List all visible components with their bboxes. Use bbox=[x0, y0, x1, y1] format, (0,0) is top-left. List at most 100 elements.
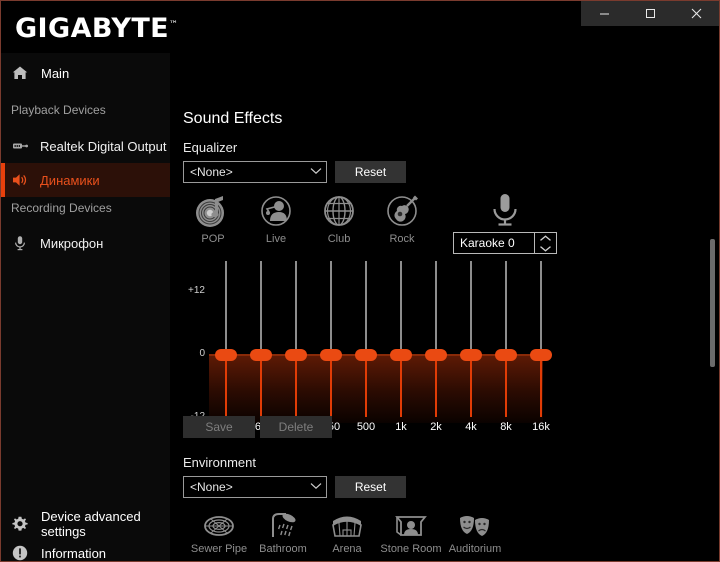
equalizer-preset-select[interactable]: <None> bbox=[183, 161, 327, 183]
equalizer-plot: 31 62 125 250 bbox=[209, 255, 552, 433]
vinyl-note-icon bbox=[193, 191, 233, 231]
sidebar-item-dinamiki-label: Динамики bbox=[40, 172, 100, 188]
eq-band-handle[interactable] bbox=[530, 349, 552, 361]
eq-band-handle[interactable] bbox=[250, 349, 272, 361]
karaoke-spinbox: Karaoke 0 bbox=[453, 232, 557, 254]
environment-reset-button[interactable]: Reset bbox=[335, 476, 406, 498]
env-auditorium-label: Auditorium bbox=[448, 543, 502, 555]
preset-rock[interactable]: Rock bbox=[371, 191, 433, 245]
eq-band-track-bottom bbox=[365, 355, 367, 417]
equalizer-save-button[interactable]: Save bbox=[183, 416, 255, 438]
sidebar-item-main[interactable]: Main bbox=[1, 58, 170, 88]
group-label-recording: Recording Devices bbox=[11, 201, 112, 215]
eq-band-9[interactable]: 16k bbox=[528, 255, 554, 433]
eq-band-track-top bbox=[540, 261, 542, 355]
env-auditorium[interactable]: Auditorium bbox=[438, 511, 512, 555]
eq-band-handle[interactable] bbox=[215, 349, 237, 361]
eq-band-track-top bbox=[505, 261, 507, 355]
preset-live[interactable]: Live bbox=[245, 191, 307, 245]
info-icon bbox=[11, 544, 29, 561]
preset-rock-label: Rock bbox=[389, 233, 415, 245]
eq-band-7[interactable]: 4k bbox=[458, 255, 484, 433]
digital-output-icon bbox=[11, 137, 29, 155]
sidebar-item-realtek-digital-output[interactable]: Realtek Digital Output bbox=[1, 129, 170, 163]
eq-band-handle[interactable] bbox=[285, 349, 307, 361]
theatre-masks-icon bbox=[458, 511, 492, 541]
group-label-playback: Playback Devices bbox=[11, 103, 106, 117]
eq-band-track-top bbox=[470, 261, 472, 355]
eq-band-1[interactable]: 62 bbox=[248, 255, 274, 433]
equalizer-reset-button[interactable]: Reset bbox=[335, 161, 406, 183]
eq-band-label: 16k bbox=[532, 421, 550, 433]
stone-room-icon bbox=[394, 511, 428, 541]
environment-preset-value: <None> bbox=[190, 480, 233, 494]
env-sewer-pipe[interactable]: Sewer Pipe bbox=[182, 511, 256, 555]
eq-band-label: 500 bbox=[356, 421, 376, 433]
sidebar-item-mikrofon-label: Микрофон bbox=[40, 235, 104, 251]
eq-band-track-bottom bbox=[400, 355, 402, 417]
equalizer-graph: +12 0 -12 31 62 bbox=[183, 255, 552, 433]
eq-band-5[interactable]: 1k bbox=[388, 255, 414, 433]
eq-band-4[interactable]: 500 bbox=[353, 255, 379, 433]
gigabyte-audio-window: GIGABYTE™ Main Playback Devices Realtek … bbox=[0, 0, 720, 562]
sidebar-item-mikrofon[interactable]: Микрофон bbox=[1, 226, 170, 260]
eq-band-track-bottom bbox=[435, 355, 437, 417]
eq-band-handle[interactable] bbox=[425, 349, 447, 361]
eq-band-8[interactable]: 8k bbox=[493, 255, 519, 433]
environment-preset-select[interactable]: <None> bbox=[183, 476, 327, 498]
karaoke-spinner-up-icon[interactable] bbox=[535, 233, 556, 243]
brand-text: GIGABYTE bbox=[15, 13, 169, 44]
maximize-button[interactable] bbox=[627, 1, 673, 26]
window-controls bbox=[581, 1, 719, 26]
eq-band-track-top bbox=[295, 261, 297, 355]
eq-band-label: 8k bbox=[500, 421, 512, 433]
sidebar-item-device-advanced-settings[interactable]: Device advanced settings bbox=[11, 509, 170, 539]
preset-club-label: Club bbox=[327, 233, 351, 245]
microphone-icon bbox=[486, 191, 524, 229]
shower-icon bbox=[266, 511, 300, 541]
preset-pop[interactable]: POP bbox=[182, 191, 244, 245]
eq-band-track-top bbox=[400, 261, 402, 355]
sidebar-item-device-advanced-settings-label: Device advanced settings bbox=[41, 509, 141, 539]
eq-axis-label-max: +12 bbox=[188, 285, 205, 296]
env-bathroom[interactable]: Bathroom bbox=[246, 511, 320, 555]
eq-band-2[interactable]: 125 bbox=[283, 255, 309, 433]
env-stone-room[interactable]: Stone Room bbox=[374, 511, 448, 555]
close-button[interactable] bbox=[673, 1, 719, 26]
equalizer-preset-value: <None> bbox=[190, 165, 233, 179]
eq-band-6[interactable]: 2k bbox=[423, 255, 449, 433]
equalizer-delete-button[interactable]: Delete bbox=[260, 416, 332, 438]
eq-band-handle[interactable] bbox=[460, 349, 482, 361]
karaoke-value-field[interactable]: Karaoke 0 bbox=[453, 232, 535, 254]
karaoke-spinner-down-icon[interactable] bbox=[535, 243, 556, 253]
sidebar: Main Playback Devices Realtek Digital Ou… bbox=[1, 53, 170, 561]
env-arena[interactable]: Arena bbox=[310, 511, 384, 555]
karaoke-spinner-buttons bbox=[535, 232, 557, 254]
eq-axis-label-zero: 0 bbox=[199, 348, 205, 359]
sidebar-item-realtek-label: Realtek Digital Output bbox=[40, 138, 167, 154]
eq-band-handle[interactable] bbox=[320, 349, 342, 361]
eq-band-track-bottom bbox=[540, 355, 542, 417]
eq-band-track-bottom bbox=[505, 355, 507, 417]
chevron-down-icon bbox=[310, 482, 322, 493]
sidebar-item-information[interactable]: Information bbox=[11, 544, 106, 561]
env-arena-label: Arena bbox=[332, 543, 362, 555]
speaker-icon bbox=[11, 171, 29, 189]
eq-band-track-bottom bbox=[225, 355, 227, 417]
eq-band-handle[interactable] bbox=[355, 349, 377, 361]
vertical-scrollbar[interactable] bbox=[710, 27, 715, 561]
eq-band-track-top bbox=[260, 261, 262, 355]
eq-band-track-bottom bbox=[295, 355, 297, 417]
scrollbar-thumb[interactable] bbox=[710, 239, 715, 367]
disco-globe-icon bbox=[319, 191, 359, 231]
eq-band-handle[interactable] bbox=[390, 349, 412, 361]
eq-band-handle[interactable] bbox=[495, 349, 517, 361]
equalizer-label: Equalizer bbox=[183, 140, 238, 155]
chevron-down-icon bbox=[310, 167, 322, 178]
sidebar-item-dinamiki[interactable]: Динамики bbox=[1, 163, 170, 197]
preset-club[interactable]: Club bbox=[308, 191, 370, 245]
minimize-button[interactable] bbox=[581, 1, 627, 26]
eq-band-3[interactable]: 250 bbox=[318, 255, 344, 433]
sidebar-item-main-label: Main bbox=[41, 65, 70, 81]
eq-band-0[interactable]: 31 bbox=[213, 255, 239, 433]
